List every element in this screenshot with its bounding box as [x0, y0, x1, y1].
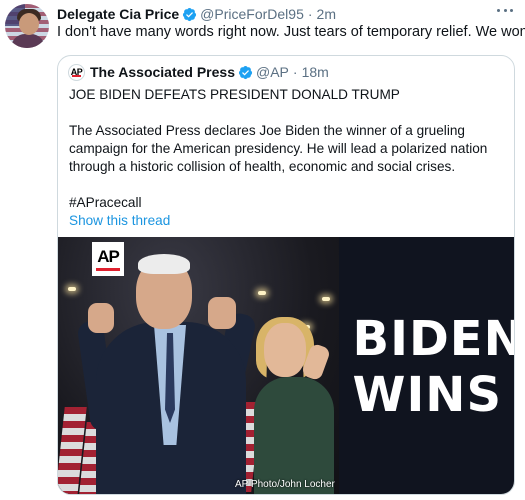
display-name[interactable]: Delegate Cia Price: [57, 6, 179, 22]
separator-dot: ·: [307, 6, 313, 22]
headline-line-2: WINS: [352, 366, 503, 423]
tweet[interactable]: Delegate Cia Price @PriceForDel95 · 2m I…: [0, 0, 525, 500]
ap-avatar-icon[interactable]: AP: [68, 63, 85, 81]
quoted-tweet-header: AP The Associated Press @AP · 18m: [68, 62, 329, 82]
tweet-text: I don't have many words right now. Just …: [57, 24, 525, 40]
headline-panel: BIDEN WINS: [339, 237, 515, 494]
tweet-image[interactable]: AP AP Photo/John Locher BIDEN WINS: [58, 237, 515, 494]
quoted-display-name[interactable]: The Associated Press: [90, 64, 235, 80]
separator-dot: ·: [292, 64, 298, 80]
tweet-header: Delegate Cia Price @PriceForDel95 · 2m: [57, 5, 336, 23]
quoted-paragraph: The Associated Press declares Joe Biden …: [69, 123, 488, 174]
quoted-handle[interactable]: @AP: [256, 64, 289, 80]
raised-fist: [88, 303, 114, 333]
photo-scene: AP AP Photo/John Locher: [58, 237, 339, 494]
verified-badge-icon: [238, 65, 253, 79]
quoted-tweet-body: JOE BIDEN DEFEATS PRESIDENT DONALD TRUMP…: [69, 86, 509, 230]
raised-fist: [208, 297, 236, 329]
photo-credit: AP Photo/John Locher: [235, 479, 335, 490]
user-avatar[interactable]: [5, 4, 49, 48]
more-options-icon[interactable]: [497, 6, 513, 14]
timestamp[interactable]: 2m: [317, 6, 336, 22]
person-woman-face: [264, 323, 306, 377]
ap-logo: AP: [92, 242, 124, 276]
show-thread-link[interactable]: Show this thread: [69, 212, 509, 230]
handle[interactable]: @PriceForDel95: [200, 6, 304, 22]
quoted-headline: JOE BIDEN DEFEATS PRESIDENT DONALD TRUMP: [69, 87, 400, 102]
hashtag[interactable]: #APracecall: [69, 194, 509, 212]
quoted-tweet[interactable]: AP The Associated Press @AP · 18m JOE BI…: [57, 55, 515, 495]
avatar-face: [19, 13, 39, 35]
headline-line-1: BIDEN: [352, 310, 515, 367]
person-woman: [254, 377, 334, 494]
verified-badge-icon: [183, 7, 197, 21]
quoted-timestamp[interactable]: 18m: [302, 64, 329, 80]
